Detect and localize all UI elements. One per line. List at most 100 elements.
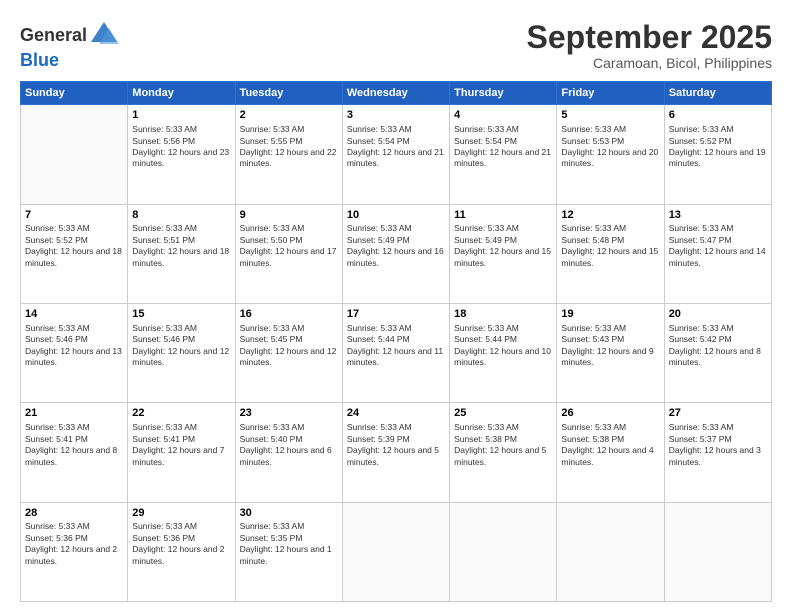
sunrise-text: Sunrise: 5:33 AM <box>669 422 767 433</box>
sunrise-text: Sunrise: 5:33 AM <box>669 124 767 135</box>
daylight-text: Daylight: 12 hours and 8 minutes. <box>25 445 123 468</box>
sunrise-text: Sunrise: 5:33 AM <box>347 124 445 135</box>
table-row: 14Sunrise: 5:33 AMSunset: 5:46 PMDayligh… <box>21 303 128 402</box>
sunrise-text: Sunrise: 5:33 AM <box>132 124 230 135</box>
table-row: 25Sunrise: 5:33 AMSunset: 5:38 PMDayligh… <box>450 403 557 502</box>
sunrise-text: Sunrise: 5:33 AM <box>347 323 445 334</box>
table-row: 28Sunrise: 5:33 AMSunset: 5:36 PMDayligh… <box>21 502 128 601</box>
day-number: 28 <box>25 506 123 521</box>
day-number: 21 <box>25 406 123 421</box>
sunset-text: Sunset: 5:55 PM <box>240 136 338 147</box>
daylight-text: Daylight: 12 hours and 16 minutes. <box>347 246 445 269</box>
table-row <box>21 105 128 204</box>
table-row: 10Sunrise: 5:33 AMSunset: 5:49 PMDayligh… <box>342 204 449 303</box>
sunset-text: Sunset: 5:52 PM <box>25 235 123 246</box>
table-row: 17Sunrise: 5:33 AMSunset: 5:44 PMDayligh… <box>342 303 449 402</box>
daylight-text: Daylight: 12 hours and 5 minutes. <box>347 445 445 468</box>
sunrise-text: Sunrise: 5:33 AM <box>132 223 230 234</box>
sunset-text: Sunset: 5:38 PM <box>454 434 552 445</box>
sunset-text: Sunset: 5:35 PM <box>240 533 338 544</box>
page: General Blue September 2025 Caramoan, Bi… <box>0 0 792 612</box>
daylight-text: Daylight: 12 hours and 6 minutes. <box>240 445 338 468</box>
location: Caramoan, Bicol, Philippines <box>527 55 772 71</box>
sunset-text: Sunset: 5:41 PM <box>132 434 230 445</box>
sunset-text: Sunset: 5:51 PM <box>132 235 230 246</box>
header-thursday: Thursday <box>450 82 557 105</box>
sunrise-text: Sunrise: 5:33 AM <box>240 223 338 234</box>
header-monday: Monday <box>128 82 235 105</box>
daylight-text: Daylight: 12 hours and 12 minutes. <box>240 346 338 369</box>
sunrise-text: Sunrise: 5:33 AM <box>561 223 659 234</box>
daylight-text: Daylight: 12 hours and 4 minutes. <box>561 445 659 468</box>
table-row: 13Sunrise: 5:33 AMSunset: 5:47 PMDayligh… <box>664 204 771 303</box>
daylight-text: Daylight: 12 hours and 21 minutes. <box>454 147 552 170</box>
day-number: 7 <box>25 208 123 223</box>
sunrise-text: Sunrise: 5:33 AM <box>454 323 552 334</box>
header-saturday: Saturday <box>664 82 771 105</box>
daylight-text: Daylight: 12 hours and 23 minutes. <box>132 147 230 170</box>
sunset-text: Sunset: 5:54 PM <box>454 136 552 147</box>
header-sunday: Sunday <box>21 82 128 105</box>
day-number: 24 <box>347 406 445 421</box>
logo: General Blue <box>20 20 119 71</box>
sunset-text: Sunset: 5:46 PM <box>25 334 123 345</box>
sunrise-text: Sunrise: 5:33 AM <box>454 223 552 234</box>
calendar-header-row: Sunday Monday Tuesday Wednesday Thursday… <box>21 82 772 105</box>
sunrise-text: Sunrise: 5:33 AM <box>347 223 445 234</box>
table-row: 29Sunrise: 5:33 AMSunset: 5:36 PMDayligh… <box>128 502 235 601</box>
day-number: 16 <box>240 307 338 322</box>
day-number: 26 <box>561 406 659 421</box>
daylight-text: Daylight: 12 hours and 13 minutes. <box>25 346 123 369</box>
sunrise-text: Sunrise: 5:33 AM <box>240 124 338 135</box>
sunset-text: Sunset: 5:36 PM <box>25 533 123 544</box>
table-row: 24Sunrise: 5:33 AMSunset: 5:39 PMDayligh… <box>342 403 449 502</box>
day-number: 11 <box>454 208 552 223</box>
sunrise-text: Sunrise: 5:33 AM <box>454 422 552 433</box>
sunset-text: Sunset: 5:53 PM <box>561 136 659 147</box>
header-friday: Friday <box>557 82 664 105</box>
sunset-text: Sunset: 5:42 PM <box>669 334 767 345</box>
daylight-text: Daylight: 12 hours and 5 minutes. <box>454 445 552 468</box>
sunset-text: Sunset: 5:36 PM <box>132 533 230 544</box>
table-row: 26Sunrise: 5:33 AMSunset: 5:38 PMDayligh… <box>557 403 664 502</box>
calendar-table: Sunday Monday Tuesday Wednesday Thursday… <box>20 81 772 602</box>
day-number: 27 <box>669 406 767 421</box>
table-row: 2Sunrise: 5:33 AMSunset: 5:55 PMDaylight… <box>235 105 342 204</box>
sunrise-text: Sunrise: 5:33 AM <box>132 422 230 433</box>
sunset-text: Sunset: 5:41 PM <box>25 434 123 445</box>
calendar-week-row: 1Sunrise: 5:33 AMSunset: 5:56 PMDaylight… <box>21 105 772 204</box>
day-number: 19 <box>561 307 659 322</box>
table-row <box>450 502 557 601</box>
logo-general-text: General <box>20 25 87 46</box>
day-number: 3 <box>347 108 445 123</box>
day-number: 8 <box>132 208 230 223</box>
sunset-text: Sunset: 5:39 PM <box>347 434 445 445</box>
table-row: 27Sunrise: 5:33 AMSunset: 5:37 PMDayligh… <box>664 403 771 502</box>
calendar-week-row: 14Sunrise: 5:33 AMSunset: 5:46 PMDayligh… <box>21 303 772 402</box>
table-row: 1Sunrise: 5:33 AMSunset: 5:56 PMDaylight… <box>128 105 235 204</box>
sunset-text: Sunset: 5:45 PM <box>240 334 338 345</box>
table-row <box>664 502 771 601</box>
daylight-text: Daylight: 12 hours and 2 minutes. <box>25 544 123 567</box>
table-row: 12Sunrise: 5:33 AMSunset: 5:48 PMDayligh… <box>557 204 664 303</box>
day-number: 2 <box>240 108 338 123</box>
sunrise-text: Sunrise: 5:33 AM <box>240 323 338 334</box>
daylight-text: Daylight: 12 hours and 18 minutes. <box>132 246 230 269</box>
daylight-text: Daylight: 12 hours and 17 minutes. <box>240 246 338 269</box>
sunset-text: Sunset: 5:54 PM <box>347 136 445 147</box>
sunrise-text: Sunrise: 5:33 AM <box>25 521 123 532</box>
table-row: 22Sunrise: 5:33 AMSunset: 5:41 PMDayligh… <box>128 403 235 502</box>
table-row: 18Sunrise: 5:33 AMSunset: 5:44 PMDayligh… <box>450 303 557 402</box>
daylight-text: Daylight: 12 hours and 15 minutes. <box>561 246 659 269</box>
sunset-text: Sunset: 5:40 PM <box>240 434 338 445</box>
day-number: 12 <box>561 208 659 223</box>
day-number: 4 <box>454 108 552 123</box>
calendar-week-row: 21Sunrise: 5:33 AMSunset: 5:41 PMDayligh… <box>21 403 772 502</box>
sunrise-text: Sunrise: 5:33 AM <box>240 422 338 433</box>
day-number: 23 <box>240 406 338 421</box>
daylight-text: Daylight: 12 hours and 9 minutes. <box>561 346 659 369</box>
day-number: 14 <box>25 307 123 322</box>
daylight-text: Daylight: 12 hours and 22 minutes. <box>240 147 338 170</box>
day-number: 22 <box>132 406 230 421</box>
sunset-text: Sunset: 5:47 PM <box>669 235 767 246</box>
